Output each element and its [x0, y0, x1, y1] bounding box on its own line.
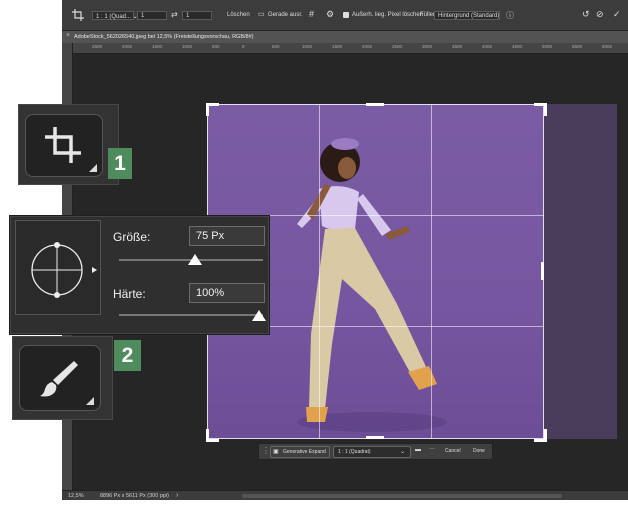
hardness-input[interactable]: 100% [189, 283, 265, 303]
done-button[interactable]: Done [473, 448, 485, 454]
crop-handle-bottom-left[interactable] [206, 429, 219, 442]
hardness-label: Härte: [113, 287, 146, 301]
aspect-ratio-select[interactable]: 1 : 1 (Quadrat) ⌄ [333, 446, 411, 458]
clear-button[interactable]: Löschen [227, 12, 250, 18]
commit-icon[interactable]: ✓ [613, 9, 621, 20]
hardness-slider[interactable] [119, 314, 263, 316]
cancel-icon[interactable]: ⊘ [596, 9, 604, 20]
height-input[interactable]: 1 [182, 11, 212, 20]
step-badge-2: 2 [114, 340, 141, 371]
document-title: AdobeStock_562026540.jpeg bei 12,5% (Fre… [74, 34, 254, 40]
width-input[interactable]: 1 [137, 11, 167, 20]
crop-handle-top-right[interactable] [534, 103, 547, 116]
swap-icon[interactable]: ⇄ [171, 10, 178, 19]
generative-expand-label: Generative Expand [283, 449, 326, 455]
crop-handle-bottom-right[interactable] [534, 429, 547, 442]
size-input[interactable]: 75 Px [189, 226, 265, 246]
brush-settings-panel: Größe: 75 Px Härte: 100% [10, 216, 269, 334]
ruler-tick-label: 500 [272, 44, 280, 49]
delete-pixels-checkbox[interactable] [343, 12, 349, 18]
tool-group-corner-icon [86, 397, 94, 405]
ruler-tick-label: 6000 [602, 44, 613, 49]
document-tab[interactable]: × AdobeStock_562026540.jpeg bei 12,5% (F… [62, 31, 628, 43]
ratio-select-value: 1 : 1 (Quad... ⌄ [96, 14, 138, 20]
ruler-tick-label: 4500 [512, 44, 523, 49]
tool-group-corner-icon [89, 164, 97, 172]
height-input-value: 1 [186, 13, 190, 19]
crop-handle-bottom[interactable] [366, 436, 384, 439]
hardness-slider-thumb[interactable] [252, 310, 266, 322]
aspect-ratio-value: 1 : 1 (Quadrat) [338, 449, 371, 455]
step-badge-1: 1 [108, 148, 132, 179]
ruler-tick-label: 3000 [422, 44, 433, 49]
ruler-tick-label: 1000 [182, 44, 193, 49]
ruler-tick-label: 5000 [542, 44, 553, 49]
ruler-tick-label: 0 [242, 44, 245, 49]
crop-tool-small-icon[interactable] [72, 9, 84, 21]
generative-expand-icon: ▣ [273, 449, 279, 455]
reset-icon[interactable]: ↺ [582, 9, 590, 20]
brush-tool-button[interactable] [19, 345, 101, 411]
aspect-swap-icon[interactable]: ▬ [415, 447, 421, 453]
size-slider-thumb[interactable] [188, 254, 203, 266]
crop-contextual-taskbar: ⋮ ▣ Generative Expand 1 : 1 (Quadrat) ⌄ … [258, 443, 493, 460]
cancel-button[interactable]: Cancel [445, 448, 461, 454]
ruler-tick-label: 3500 [452, 44, 463, 49]
hardness-value: 100% [196, 287, 225, 299]
fill-select-value: Hintergrund (Standard) [438, 13, 500, 19]
straighten-icon[interactable]: ▭ [258, 10, 265, 18]
ruler-tick-label: 2000 [362, 44, 373, 49]
crop-handle-right[interactable] [541, 262, 544, 280]
brush-shape-icon [31, 242, 97, 298]
straighten-button[interactable]: Gerade ausr. [268, 12, 303, 18]
overlay-grid-icon[interactable]: # [309, 9, 314, 19]
status-menu-arrow-icon[interactable]: › [176, 492, 178, 499]
zoom-level[interactable]: 12,5% [68, 493, 84, 499]
ruler-tick-label: 1500 [332, 44, 343, 49]
ruler-tick-label: 1000 [302, 44, 313, 49]
ratio-select[interactable]: 1 : 1 (Quad... ⌄ [92, 11, 138, 20]
size-label: Größe: [113, 230, 151, 244]
ruler-tick-label: 2500 [392, 44, 403, 49]
ruler-tick-label: 500 [212, 44, 220, 49]
generative-expand-button[interactable]: ▣ Generative Expand [270, 446, 330, 458]
drag-handle-icon[interactable]: ⋮ [262, 446, 270, 455]
chevron-down-icon: ⌄ [400, 449, 406, 455]
width-input-value: 1 [141, 13, 145, 19]
more-options-icon[interactable]: ··· [429, 446, 435, 452]
ruler-horizontal[interactable]: 2500 2000 1500 1000 500 0 500 1000 1500 2000 2500 3… [72, 43, 628, 54]
size-value: 75 Px [196, 230, 225, 242]
ruler-tick-label: 5500 [572, 44, 583, 49]
options-bar: 1 : 1 (Quad... ⌄ 1 ⇄ 1 Löschen ▭ Gerade … [62, 0, 628, 31]
brush-tip-preview[interactable] [15, 220, 101, 315]
ruler-tick-label: 2000 [122, 44, 133, 49]
crop-handle-top[interactable] [366, 103, 384, 106]
close-tab-icon[interactable]: × [66, 32, 70, 39]
document-dimensions: 8896 Px x 5611 Px (300 ppi) [100, 493, 169, 499]
ruler-tick-label: 4000 [482, 44, 493, 49]
fill-select[interactable]: Hintergrund (Standard) [434, 11, 500, 20]
ruler-tick-label: 1500 [152, 44, 163, 49]
crop-tool-button[interactable] [25, 114, 103, 177]
crop-tool-icon [45, 127, 81, 163]
settings-gear-icon[interactable]: ⚙ [326, 9, 334, 20]
crop-handle-top-left[interactable] [206, 103, 219, 116]
expanded-canvas-region [544, 104, 617, 439]
brush-tool-icon [40, 361, 78, 397]
ruler-tick-label: 2500 [92, 44, 103, 49]
info-icon[interactable]: ⓘ [506, 10, 514, 21]
horizontal-scrollbar[interactable] [242, 494, 562, 498]
delete-pixels-label: Außerh. lieg. Pixel löschen [352, 12, 424, 18]
status-bar: 12,5% 8896 Px x 5611 Px (300 ppi) › [62, 490, 628, 500]
